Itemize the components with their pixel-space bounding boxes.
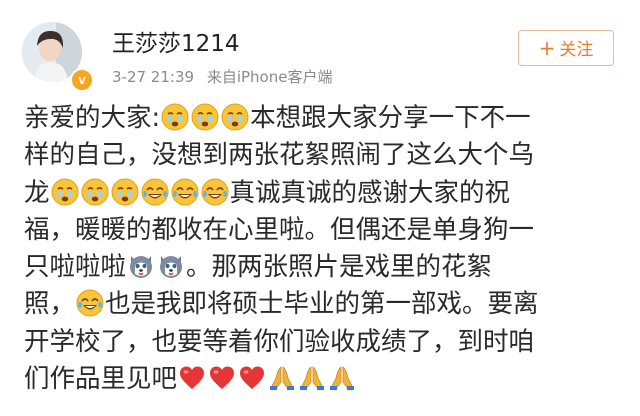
post-text-segment: 亲爱的大家: [24, 103, 161, 133]
crying-face-icon [111, 178, 139, 206]
post-text-segment: 龙 [24, 177, 50, 208]
post-line: 龙 真诚真诚的感谢大家的祝 [24, 175, 620, 212]
post-text-segment: 真诚真诚的感谢大家的祝 [229, 177, 511, 208]
post-line: 亲爱的大家: 本想跟大家分享一下不一 [24, 100, 620, 137]
post-text-segment: 本想跟大家分享一下不一 [250, 103, 531, 133]
husky-dog-icon [127, 252, 155, 280]
plus-icon: + [538, 36, 556, 60]
post-text: 亲爱的大家: 本想跟大家分享一下不一样的自己，没想到两张花絮照闹了这么大个乌龙 真诚… [24, 100, 620, 398]
red-heart-icon [208, 364, 236, 392]
crying-face-icon [81, 178, 109, 206]
post-source: 来自iPhone客户端 [206, 68, 333, 86]
post-text-segment: 只啦啦啦 [24, 252, 127, 283]
post-line: 样的自己，没想到两张花絮照闹了这么大个乌 [24, 137, 620, 174]
red-heart-icon [178, 364, 206, 392]
post-header: v 王莎莎1214 3-27 21:39 来自iPhone客户端 + 关注 [0, 0, 640, 96]
post-line: 只啦啦啦 。那两张照片是戏里的花絮 [24, 249, 620, 286]
post-text-segment: 样的自己，没想到两张花絮照闹了这么大个乌 [24, 140, 535, 171]
crying-face-icon [221, 103, 249, 131]
post-line: 开学校了，也要等着你们验收成绩了，到时咱 [24, 324, 620, 361]
tears-of-joy-icon [171, 178, 199, 206]
post-meta: 3-27 21:39 来自iPhone客户端 [112, 66, 340, 87]
red-heart-icon [238, 364, 266, 392]
post-text-segment: 也是我即将硕士毕业的第一部戏。要离 [105, 289, 539, 320]
husky-dog-icon [157, 252, 185, 280]
crying-face-icon [161, 103, 189, 131]
tears-of-joy-icon [76, 289, 104, 317]
post-time: 3-27 21:39 [112, 68, 195, 86]
follow-button[interactable]: + 关注 [518, 30, 614, 66]
post-text-segment: 照， [24, 289, 76, 320]
crying-face-icon [191, 103, 219, 131]
post-text-segment: 开学校了，也要等着你们验收成绩了，到时咱 [24, 326, 535, 357]
post-text-segment: 们作品里见吧 [24, 364, 178, 395]
post-line: 照， 也是我即将硕士毕业的第一部戏。要离 [24, 286, 620, 323]
folded-hands-icon [328, 364, 356, 392]
folded-hands-icon [268, 364, 296, 392]
post-text-segment: 。那两张照片是戏里的花絮 [186, 252, 493, 283]
tears-of-joy-icon [201, 178, 229, 206]
crying-face-icon [51, 178, 79, 206]
post-line: 们作品里见吧 [24, 361, 620, 398]
folded-hands-icon [298, 364, 326, 392]
username[interactable]: 王莎莎1214 [112, 24, 240, 58]
post-line: 福，暖暖的都收在心里啦。但偶还是单身狗一 [24, 212, 620, 249]
tears-of-joy-icon [141, 178, 169, 206]
verified-badge-icon: v [70, 68, 94, 92]
follow-label: 关注 [559, 40, 594, 60]
post-text-segment: 福，暖暖的都收在心里啦。但偶还是单身狗一 [24, 214, 535, 245]
